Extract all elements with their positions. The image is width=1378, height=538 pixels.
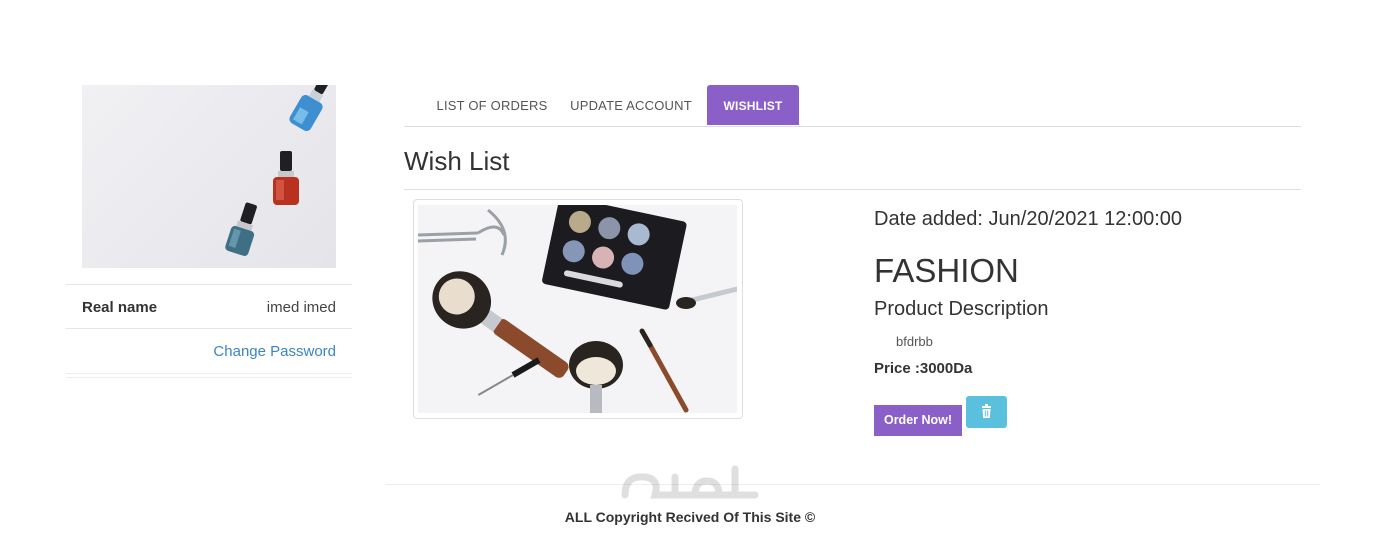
account-tabs: LIST OF ORDERS UPDATE ACCOUNT WISHLIST xyxy=(404,85,1301,127)
tab-list-of-orders[interactable]: LIST OF ORDERS xyxy=(429,85,555,125)
real-name-label: Real name xyxy=(82,299,158,316)
product-description: bfdrbb xyxy=(896,334,933,349)
description-heading: Product Description xyxy=(874,298,1049,320)
date-added: Date added: Jun/20/2021 12:00:00 xyxy=(874,208,1183,230)
product-price: Price :3000Da xyxy=(874,360,973,377)
mostaql-watermark-logo xyxy=(615,455,765,515)
footer-copyright: ALL Copyright Recived Of This Site © xyxy=(0,509,1378,525)
product-category: FASHION xyxy=(874,252,1019,289)
profile-photo xyxy=(82,85,336,268)
change-password-row: Change Password xyxy=(66,328,352,374)
product-image xyxy=(418,205,737,413)
title-divider xyxy=(404,189,1301,190)
tab-update-account[interactable]: UPDATE ACCOUNT xyxy=(567,85,695,125)
profile-card: Real name imed imed Change Password xyxy=(66,85,352,378)
trash-icon xyxy=(966,404,1007,431)
footer-copyright-text: ALL Copyright Recived Of This Site © xyxy=(564,509,816,525)
footer-divider xyxy=(386,484,1320,485)
product-image-frame xyxy=(413,199,743,419)
real-name-value: imed imed xyxy=(266,299,336,316)
real-name-row: Real name imed imed xyxy=(66,284,352,329)
change-password-link[interactable]: Change Password xyxy=(213,343,336,360)
page-title: Wish List xyxy=(404,146,510,176)
tab-wishlist[interactable]: WISHLIST xyxy=(707,85,799,125)
delete-button[interactable] xyxy=(966,396,1007,428)
order-now-button[interactable]: Order Now! xyxy=(874,405,962,436)
